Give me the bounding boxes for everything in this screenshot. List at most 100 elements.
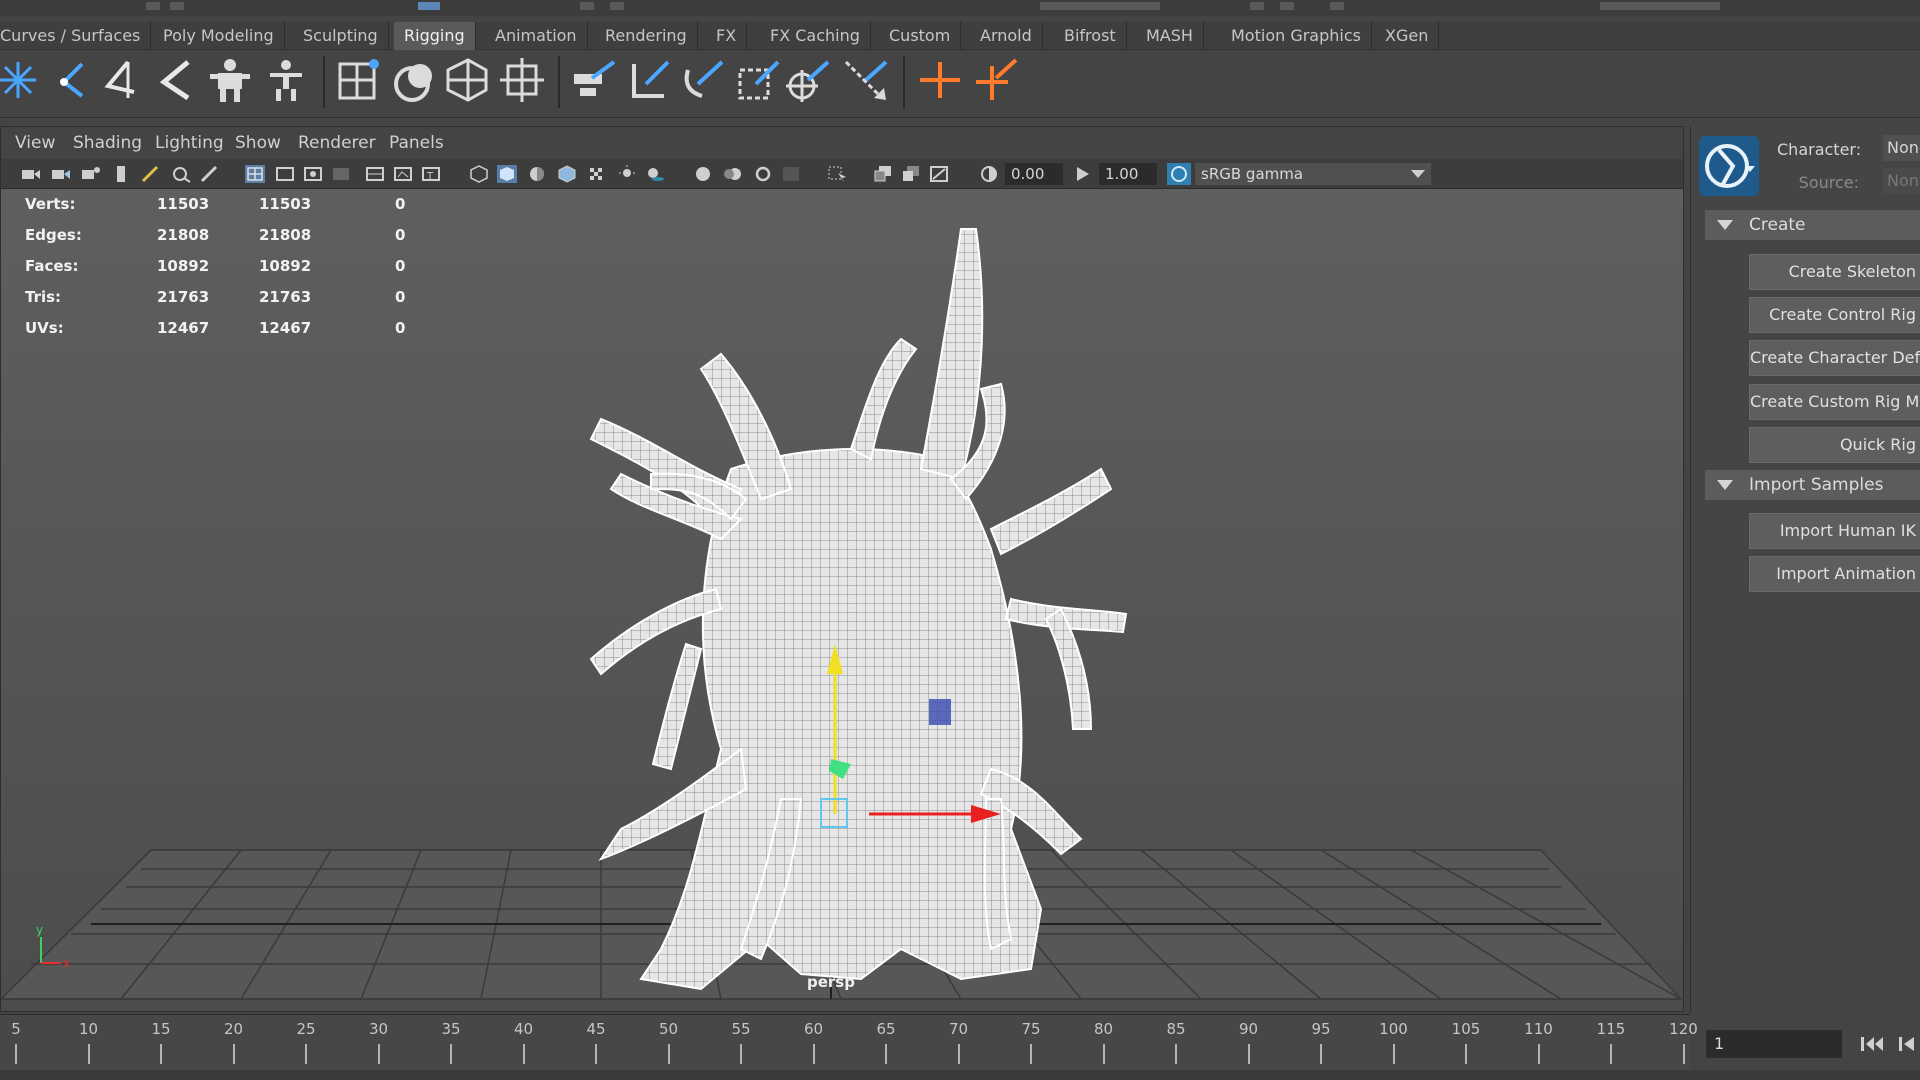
- shelf-tab-mash[interactable]: MASH: [1136, 22, 1204, 50]
- isolate-select-icon[interactable]: [827, 165, 847, 183]
- grease-pencil-tool-icon[interactable]: [199, 165, 219, 183]
- menu-lighting[interactable]: Lighting: [155, 133, 224, 153]
- shelf-tab-fx-caching[interactable]: FX Caching: [760, 22, 871, 50]
- hud-value: 0: [395, 195, 406, 213]
- point-constraint-icon[interactable]: [678, 56, 726, 104]
- anti-aliasing-icon[interactable]: [753, 165, 773, 183]
- menu-view[interactable]: View: [15, 133, 55, 153]
- xray-active-components-icon[interactable]: [901, 165, 921, 183]
- color-management-toggle-icon[interactable]: [1167, 163, 1191, 185]
- create-section-header[interactable]: Create: [1705, 210, 1920, 240]
- use-all-lights-icon[interactable]: [617, 165, 637, 183]
- ik-handle-icon[interactable]: [570, 56, 618, 104]
- textured-icon[interactable]: [587, 165, 607, 183]
- timeline-tick-mark: [957, 1044, 960, 1064]
- insert-joint-icon[interactable]: [48, 56, 96, 104]
- gamma-icon[interactable]: [1073, 165, 1093, 183]
- smooth-shade-icon[interactable]: [497, 165, 517, 183]
- paint-skin-weights-icon[interactable]: [390, 56, 438, 104]
- source-dropdown[interactable]: None: [1883, 168, 1920, 194]
- create-character-definition-button[interactable]: Create Character Definition: [1749, 340, 1920, 376]
- timeline-tick-label: 50: [658, 1020, 679, 1038]
- menu-shading[interactable]: Shading: [73, 133, 142, 153]
- grid-icon[interactable]: [245, 165, 265, 183]
- timeline-tick-mark: [450, 1044, 452, 1064]
- hud-value: 21763: [157, 288, 210, 306]
- shelf-tab-animation[interactable]: Animation: [485, 22, 588, 50]
- chevron-down-icon: [1411, 170, 1425, 178]
- gate-mask-icon[interactable]: [331, 165, 351, 183]
- time-slider[interactable]: [0, 1014, 1690, 1070]
- timeline-tick-label: 80: [1093, 1020, 1114, 1038]
- create-custom-rig-mapping-button[interactable]: Create Custom Rig Mapping: [1749, 384, 1920, 420]
- shelf-tab-fx[interactable]: FX: [706, 22, 748, 50]
- quick-rig-button[interactable]: Quick Rig: [1749, 427, 1920, 463]
- bookmark-icon[interactable]: [111, 165, 131, 183]
- xray-joints-icon[interactable]: [929, 165, 949, 183]
- depth-of-field-icon[interactable]: [781, 165, 801, 183]
- aim-constraint-icon[interactable]: [784, 56, 832, 104]
- humanik-skeleton-icon[interactable]: [206, 56, 254, 104]
- import-samples-section-header[interactable]: Import Samples: [1705, 470, 1920, 500]
- import-animation-button[interactable]: Import Animation: [1749, 556, 1920, 592]
- grease-pencil-icon[interactable]: [141, 165, 161, 183]
- shelf-tab-rendering[interactable]: Rendering: [595, 22, 698, 50]
- scale-constraint-icon[interactable]: [734, 56, 782, 104]
- shelf-tab-curves-surfaces[interactable]: Curves / Surfaces: [0, 22, 152, 50]
- quick-rig-icon[interactable]: [262, 56, 310, 104]
- create-skeleton-button[interactable]: Create Skeleton: [1749, 254, 1920, 290]
- safe-action-icon[interactable]: [393, 165, 413, 183]
- menu-renderer[interactable]: Renderer: [298, 133, 376, 153]
- default-material-icon[interactable]: [527, 165, 547, 183]
- bind-skin-icon[interactable]: [334, 56, 382, 104]
- shelf-tab-custom[interactable]: Custom: [879, 22, 962, 50]
- create-joints-icon[interactable]: [0, 56, 42, 104]
- motion-blur-icon[interactable]: [723, 165, 743, 183]
- menu-show[interactable]: Show: [235, 133, 281, 153]
- camera-attributes-icon[interactable]: [51, 165, 71, 183]
- import-human-ik-button[interactable]: Import Human IK: [1749, 513, 1920, 549]
- shelf-tab-rigging[interactable]: Rigging: [394, 22, 476, 50]
- field-chart-icon[interactable]: [365, 165, 385, 183]
- character-dropdown[interactable]: None: [1883, 135, 1920, 161]
- pole-vector-constraint-icon[interactable]: [842, 56, 890, 104]
- mirror-joint-icon[interactable]: [98, 56, 146, 104]
- lattice-icon[interactable]: [442, 56, 490, 104]
- cluster-icon[interactable]: [498, 56, 546, 104]
- exposure-icon[interactable]: [979, 165, 999, 183]
- menu-panels[interactable]: Panels: [389, 133, 444, 153]
- select-camera-icon[interactable]: [21, 165, 41, 183]
- shelf-tab-poly-modeling[interactable]: Poly Modeling: [153, 22, 285, 50]
- create-control-rig-button[interactable]: Create Control Rig: [1749, 297, 1920, 333]
- shadows-icon[interactable]: [645, 165, 665, 183]
- view-transform-dropdown[interactable]: sRGB gamma: [1195, 163, 1431, 185]
- step-back-icon[interactable]: [1896, 1034, 1920, 1054]
- exposure-field[interactable]: 0.00: [1005, 163, 1063, 185]
- wireframe-icon[interactable]: [469, 165, 489, 183]
- gamma-field[interactable]: 1.00: [1099, 163, 1157, 185]
- bookmarks-icon[interactable]: [81, 165, 101, 183]
- humanik-logo-icon[interactable]: [1699, 136, 1759, 196]
- shelf-tab-xgen[interactable]: XGen: [1375, 22, 1440, 50]
- timeline-tick-label: 10: [78, 1020, 99, 1038]
- shelf-tab-sculpting[interactable]: Sculpting: [293, 22, 389, 50]
- shelf-tab-arnold[interactable]: Arnold: [970, 22, 1043, 50]
- current-frame-field[interactable]: 1: [1706, 1030, 1842, 1058]
- wireframe-on-shaded-icon[interactable]: [557, 165, 577, 183]
- safe-title-icon[interactable]: T: [421, 165, 441, 183]
- locator-icon[interactable]: [916, 56, 964, 104]
- timeline-tick-mark: [812, 1044, 815, 1064]
- shelf-tab-bifrost[interactable]: Bifrost: [1054, 22, 1127, 50]
- resolution-gate-icon[interactable]: [303, 165, 323, 183]
- parent-constraint-icon[interactable]: [972, 56, 1020, 104]
- orient-joint-icon[interactable]: [152, 56, 200, 104]
- film-gate-icon[interactable]: [275, 165, 295, 183]
- xray-icon[interactable]: [873, 165, 893, 183]
- 3d-viewport[interactable]: y x Verts: 11503 11503 0 Edges: 21808 21…: [1, 189, 1683, 1011]
- timeline-tick-label: 5: [11, 1020, 21, 1038]
- shelf-tab-motion-graphics[interactable]: Motion Graphics: [1221, 22, 1372, 50]
- go-to-start-icon[interactable]: [1858, 1034, 1886, 1054]
- ik-spline-icon[interactable]: [624, 56, 672, 104]
- screen-space-ao-icon[interactable]: [693, 165, 713, 183]
- 2d-pan-zoom-icon[interactable]: [171, 165, 191, 183]
